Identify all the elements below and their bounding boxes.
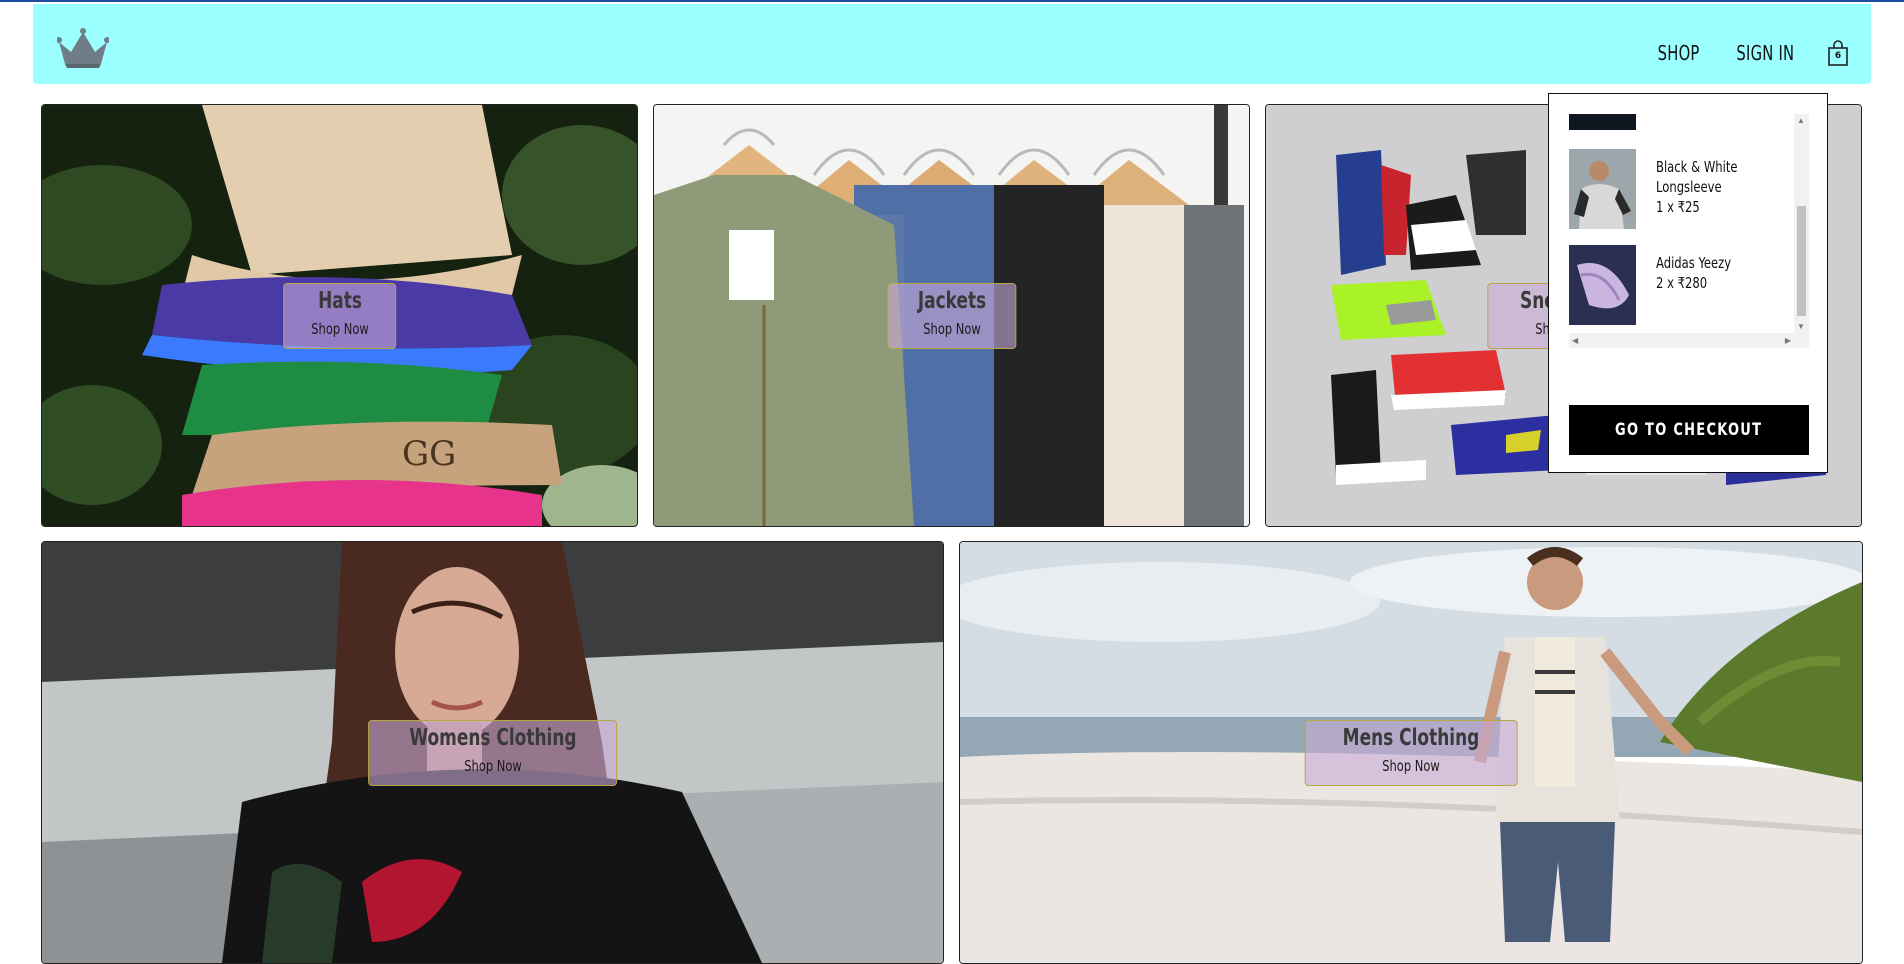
nav-shop-link[interactable]: SHOP [1658, 41, 1700, 65]
shop-now-link[interactable]: Shop Now [406, 757, 579, 775]
cart-item-image [1569, 114, 1636, 130]
category-tile-hats[interactable]: GG Hats Shop Now [41, 104, 638, 527]
scrollbar-thumb[interactable] [1797, 206, 1806, 316]
svg-text:GG: GG [402, 434, 456, 474]
category-title: Jackets [917, 287, 986, 314]
cart-count: 6 [1834, 51, 1842, 61]
category-badge-hats: Hats Shop Now [282, 282, 397, 349]
category-badge-womens: Womens Clothing Shop Now [367, 719, 618, 786]
category-tile-jackets[interactable]: Jackets Shop Now [653, 104, 1250, 527]
cart-items-list[interactable]: Black & White Longsleeve 1 x ₹25 Adidas … [1569, 114, 1809, 348]
cart-item: Black & White Longsleeve 1 x ₹25 [1569, 149, 1776, 229]
cart-item-name: Black & White Longsleeve [1656, 158, 1738, 196]
cart-item-details: Adidas Yeezy 2 x ₹280 [1656, 245, 1759, 325]
cart-item-image [1569, 149, 1636, 229]
category-title: Mens Clothing [1342, 724, 1480, 751]
vertical-scrollbar[interactable]: ▲ ▼ [1794, 114, 1809, 334]
scroll-right-icon[interactable]: ▶ [1785, 336, 1791, 346]
cart-item-details: Black & White Longsleeve 1 x ₹25 [1656, 149, 1759, 229]
cart-item: Adidas Yeezy 2 x ₹280 [1569, 245, 1776, 325]
cart-item-quantity-price: 2 x ₹280 [1656, 274, 1708, 292]
scroll-down-icon[interactable]: ▼ [1797, 322, 1805, 332]
category-tile-mens[interactable]: Mens Clothing Shop Now [959, 541, 1863, 964]
scroll-up-icon[interactable]: ▲ [1797, 116, 1805, 126]
horizontal-scrollbar[interactable]: ◀ ▶ [1569, 333, 1809, 348]
category-title: Womens Clothing [408, 724, 577, 751]
category-badge-jackets: Jackets Shop Now [886, 282, 1017, 349]
category-title: Hats [317, 287, 362, 314]
nav-signin-link[interactable]: SIGN IN [1737, 41, 1795, 65]
scroll-left-icon[interactable]: ◀ [1572, 336, 1578, 346]
cart-item [1569, 114, 1636, 130]
checkout-button[interactable]: GO TO CHECKOUT [1569, 405, 1809, 455]
category-tile-womens[interactable]: Womens Clothing Shop Now [41, 541, 944, 964]
cart-item-quantity-price: 1 x ₹25 [1656, 198, 1700, 216]
shop-now-link[interactable]: Shop Now [311, 320, 368, 338]
site-header: SHOP SIGN IN 6 [33, 4, 1871, 84]
main-nav: SHOP SIGN IN 6 [1653, 40, 1849, 66]
checkout-button-label: GO TO CHECKOUT [1615, 420, 1763, 440]
cart-dropdown: Black & White Longsleeve 1 x ₹25 Adidas … [1548, 93, 1828, 473]
cart-item-name: Adidas Yeezy [1656, 254, 1732, 272]
cart-item-image [1569, 245, 1636, 325]
crown-icon[interactable] [56, 28, 110, 68]
category-badge-mens: Mens Clothing Shop Now [1304, 719, 1518, 786]
shop-now-link[interactable]: Shop Now [1340, 757, 1482, 775]
shop-now-link[interactable]: Shop Now [916, 320, 987, 338]
shopping-bag-icon[interactable]: 6 [1827, 40, 1849, 66]
